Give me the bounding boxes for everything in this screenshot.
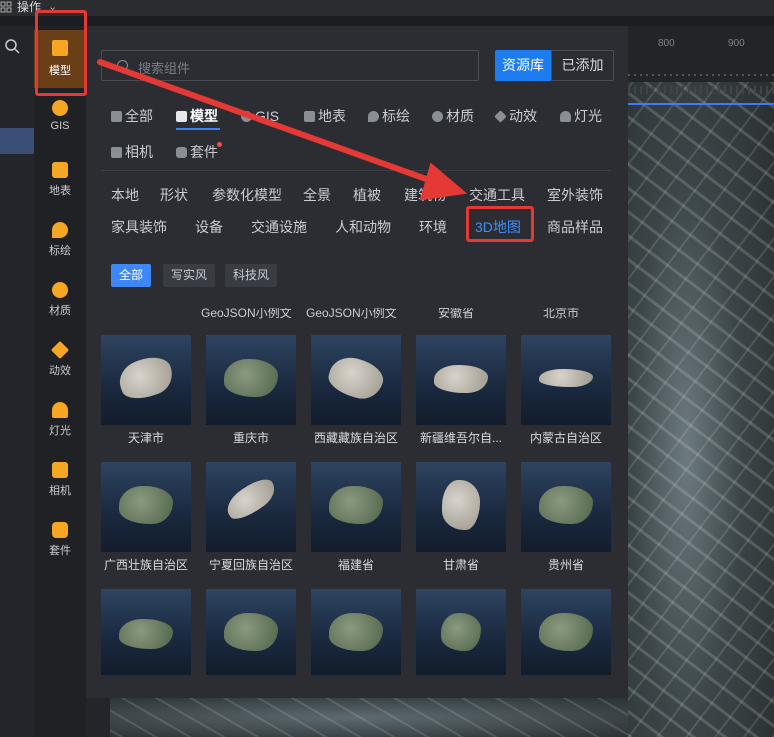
annotation-arrow	[97, 59, 468, 201]
